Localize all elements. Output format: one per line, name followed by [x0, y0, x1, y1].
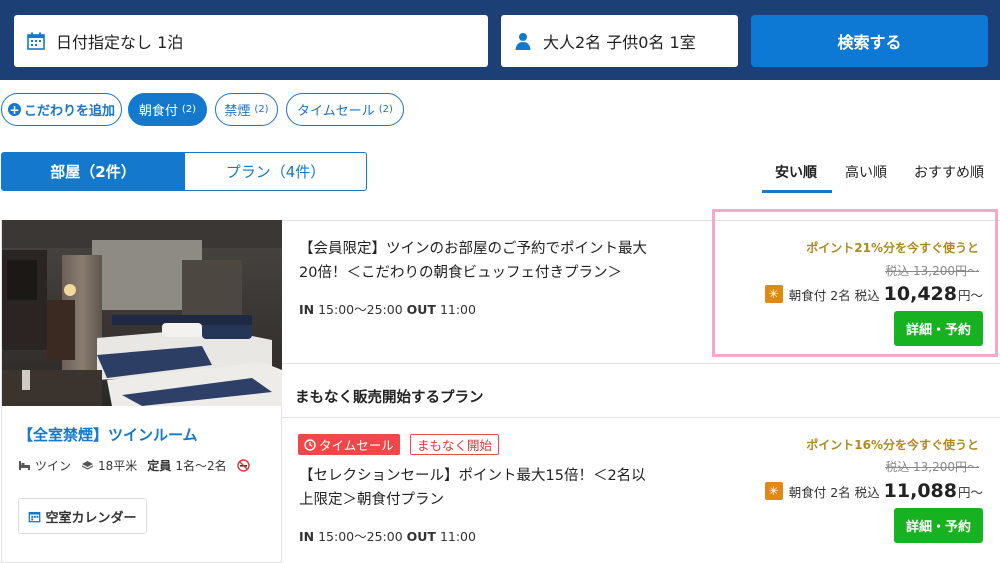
- plan-title[interactable]: 【会員限定】ツインのお部屋のご予約でポイント最大20倍！＜こだわりの朝食ビュッフ…: [299, 237, 659, 285]
- divider: [282, 417, 1000, 418]
- capacity-label: 定員: [147, 459, 172, 473]
- date-field-label: 日付指定なし 1泊: [56, 33, 184, 52]
- filter-chip-breakfast[interactable]: 朝食付 (2): [128, 93, 207, 126]
- checkout-time: 11:00: [439, 302, 476, 317]
- guests-field-label: 大人2名 子供0名 1室: [543, 33, 696, 52]
- bed-spec: ツイン: [18, 457, 71, 474]
- point-message: ポイント16%分を今すぐ使うと: [806, 438, 979, 452]
- time-sale-tag-label: タイムセール: [319, 438, 394, 453]
- chip-count: (2): [254, 104, 269, 115]
- chip-label: 朝食付: [138, 104, 178, 119]
- time-sale-tag: タイムセール: [298, 434, 400, 455]
- search-bar: 日付指定なし 1泊 大人2名 子供0名 1室 検索する: [0, 0, 1000, 80]
- date-field[interactable]: 日付指定なし 1泊: [14, 15, 488, 67]
- sort-recommended[interactable]: おすすめ順: [914, 162, 984, 182]
- checkin-time: 15:00～25:00: [318, 302, 403, 317]
- tax-label: 税込: [854, 485, 880, 500]
- plus-icon: +: [7, 102, 21, 117]
- guest-count: 2名: [830, 485, 851, 500]
- calendar-icon: [29, 511, 41, 522]
- room-name-link[interactable]: 【全室禁煙】ツインルーム: [18, 424, 198, 445]
- room-size-icon: [81, 461, 94, 470]
- breakfast-icon: ✳: [764, 482, 783, 500]
- checkin-label: IN: [299, 302, 315, 317]
- price-suffix: 円～: [957, 485, 983, 500]
- size-spec: 18平米: [81, 457, 137, 474]
- calendar-icon: [26, 31, 46, 51]
- filter-chip-nonsmoking[interactable]: 禁煙 (2): [215, 93, 278, 126]
- plan-checkin-out: IN 15:00～25:00 OUT 11:00: [299, 526, 476, 545]
- divider: [282, 363, 1000, 364]
- plan-checkin-out: IN 15:00～25:00 OUT 11:00: [299, 299, 476, 318]
- room-specs: ツイン 18平米 定員 1名～2名: [18, 457, 264, 474]
- add-filter-label: こだわりを追加: [23, 104, 115, 119]
- no-smoking-icon: [236, 459, 254, 472]
- highlight-box: [712, 209, 998, 357]
- chip-label: 禁煙: [224, 104, 251, 119]
- plan-title[interactable]: 【セレクションセール】ポイント最大15倍！＜2名以上限定＞朝食付プラン: [299, 464, 659, 512]
- filter-chip-timesale[interactable]: タイムセール (2): [286, 93, 404, 126]
- price-value: 11,088: [883, 480, 957, 502]
- details-book-button[interactable]: 詳細・予約: [894, 508, 983, 543]
- person-icon: [513, 31, 533, 51]
- chip-label: タイムセール: [297, 104, 375, 119]
- sort-cheapest[interactable]: 安い順: [775, 162, 817, 182]
- guests-field[interactable]: 大人2名 子供0名 1室: [501, 15, 738, 67]
- bed-icon: [19, 461, 30, 470]
- sort-selected-indicator: [762, 190, 832, 193]
- original-price: 税込 13,200円～: [885, 460, 979, 474]
- capacity-spec: 定員 1名～2名: [147, 457, 226, 474]
- tab-plans[interactable]: プラン（4件）: [184, 152, 367, 191]
- tab-rooms[interactable]: 部屋（2件）: [1, 152, 185, 191]
- checkin-time: 15:00～25:00: [318, 529, 403, 544]
- chip-count: (2): [378, 104, 393, 115]
- sort-highest[interactable]: 高い順: [845, 162, 887, 182]
- room-size: 18平米: [98, 459, 138, 473]
- meal-label: 朝食付: [788, 485, 827, 500]
- bed-type: ツイン: [35, 459, 72, 473]
- add-filter-button[interactable]: + こだわりを追加: [1, 93, 122, 126]
- checkin-label: IN: [299, 529, 315, 544]
- room-photo[interactable]: [2, 220, 282, 406]
- checkout-label: OUT: [406, 302, 436, 317]
- search-button[interactable]: 検索する: [751, 15, 988, 67]
- checkout-time: 11:00: [439, 529, 476, 544]
- checkout-label: OUT: [406, 529, 436, 544]
- calendar-button-label: 空室カレンダー: [45, 510, 137, 526]
- coming-soon-heading: まもなく販売開始するプラン: [295, 390, 484, 406]
- availability-calendar-button[interactable]: 空室カレンダー: [18, 498, 147, 534]
- capacity-value: 1名～2名: [175, 459, 227, 473]
- price-row: ✳ 朝食付 2名 税込 11,088 円～: [764, 480, 983, 502]
- clock-icon: [304, 438, 316, 451]
- chip-count: (2): [181, 104, 197, 115]
- starting-soon-tag: まもなく開始: [410, 434, 500, 455]
